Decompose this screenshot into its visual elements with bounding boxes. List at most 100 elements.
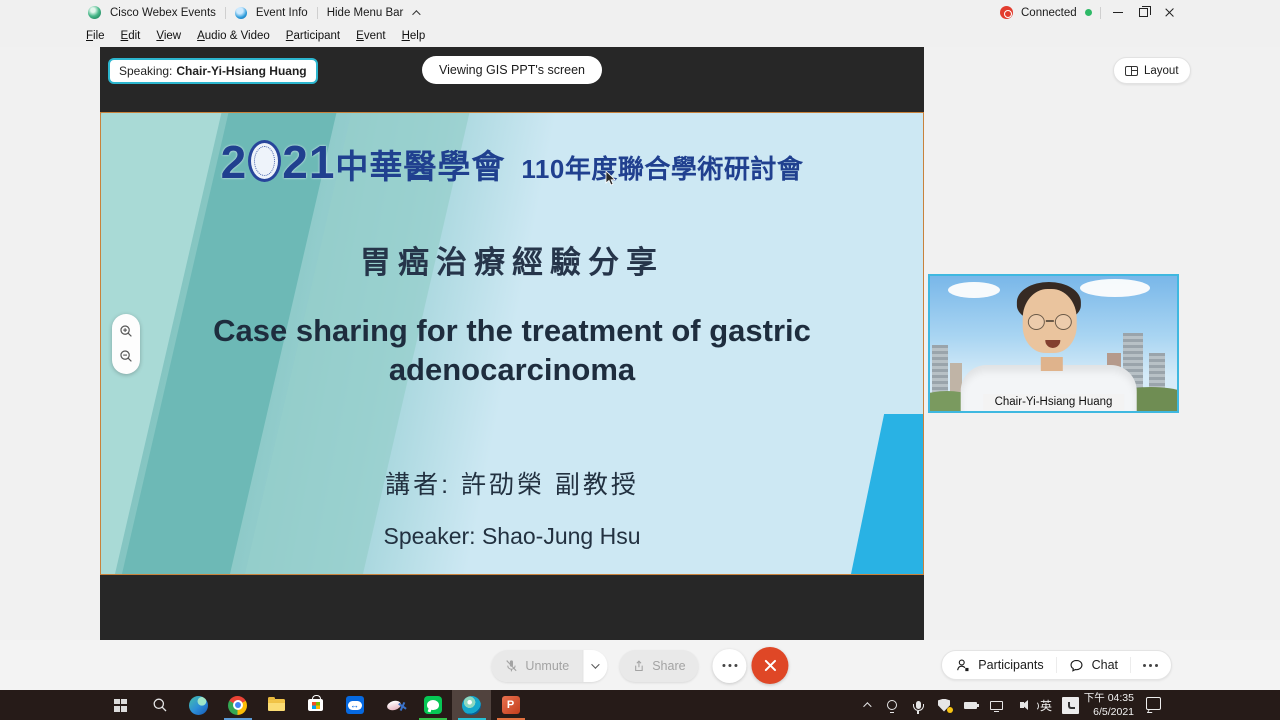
menu-audio-video[interactable]: Audio & Video [197, 30, 270, 42]
slide-year-prefix: 2 [221, 136, 248, 188]
tray-show-hidden-button[interactable] [858, 696, 874, 714]
snipping-tool-icon [386, 699, 402, 711]
tray-app-button[interactable] [884, 696, 900, 714]
active-speaker-badge: Speaking: Chair-Yi-Hsiang Huang [108, 58, 318, 84]
divider [1100, 7, 1101, 19]
close-button[interactable] [1161, 0, 1179, 25]
slide-year-suffix: 21 [282, 136, 335, 188]
more-dots-icon [722, 664, 737, 667]
chevron-up-icon [863, 702, 871, 710]
taskbar-line[interactable] [413, 690, 452, 720]
taskbar-powerpoint[interactable] [491, 690, 530, 720]
menu-participant[interactable]: Participant [286, 30, 340, 42]
more-options-button[interactable] [713, 649, 747, 683]
taskbar-ms-store[interactable] [296, 690, 335, 720]
layout-button[interactable]: Layout [1113, 57, 1191, 84]
edge-icon [189, 696, 208, 715]
tray-volume-button[interactable] [1014, 696, 1030, 714]
slide-lecturer-line: 講者: 許劭榮 副教授 [101, 465, 923, 501]
start-button[interactable] [101, 690, 140, 720]
chrome-icon [228, 696, 247, 715]
participants-icon [955, 658, 970, 673]
search-icon [152, 697, 168, 713]
battery-icon [964, 702, 977, 709]
unmute-button[interactable]: Unmute [491, 650, 582, 682]
menu-view[interactable]: View [156, 30, 181, 42]
slide-heading-en-line2: adenocarcinoma [101, 350, 923, 389]
meeting-stage: Speaking: Chair-Yi-Hsiang Huang Viewing … [0, 47, 1280, 640]
restore-icon [1139, 8, 1148, 17]
connected-status[interactable]: Connected [1021, 7, 1077, 19]
slide-heading-en: Case sharing for the treatment of gastri… [101, 311, 923, 389]
tray-security-button[interactable] [936, 696, 952, 714]
taskbar-teamviewer[interactable]: ↔ [335, 690, 374, 720]
restore-button[interactable] [1135, 0, 1153, 25]
app-ring-icon [887, 700, 897, 710]
leave-meeting-button[interactable] [752, 647, 789, 684]
event-info-link[interactable]: Event Info [256, 7, 308, 19]
slide-heading-zh: 胃癌治療經驗分享 [101, 237, 923, 282]
hide-menu-bar-button[interactable]: Hide Menu Bar [327, 7, 404, 19]
record-status-icon [1000, 6, 1013, 19]
menu-help[interactable]: Help [402, 30, 426, 42]
taskbar-webex[interactable] [452, 690, 491, 720]
powerpoint-icon [502, 696, 520, 714]
building-shape [932, 345, 948, 393]
slide-heading-en-line1: Case sharing for the treatment of gastri… [101, 311, 923, 350]
menu-bar: File Edit View Audio & Video Participant… [0, 25, 1280, 47]
tray-ime-button[interactable] [1062, 697, 1079, 714]
speaking-name: Chair-Yi-Hsiang Huang [176, 64, 306, 78]
presentation-slide: 221中華醫學會110年度聯合學術研討會 胃癌治療經驗分享 Case shari… [100, 112, 924, 575]
chat-button[interactable]: Chat [1092, 658, 1118, 672]
zoom-in-button[interactable] [119, 324, 134, 339]
audio-options-dropdown[interactable] [582, 650, 607, 682]
tray-microphone-button[interactable] [910, 696, 926, 714]
microphone-icon [916, 701, 921, 709]
panel-buttons: Participants Chat [941, 650, 1172, 680]
shared-screen-viewport: Speaking: Chair-Yi-Hsiang Huang Viewing … [100, 47, 924, 640]
more-panels-button[interactable] [1143, 664, 1158, 667]
clock-time: 下午 04:35 [1078, 692, 1134, 706]
network-icon [990, 701, 1003, 710]
participants-button[interactable]: Participants [978, 658, 1043, 672]
share-label: Share [652, 659, 685, 673]
speaker-icon [1020, 702, 1024, 708]
minimize-button[interactable] [1109, 0, 1127, 25]
divider [317, 7, 318, 19]
divider [1056, 657, 1057, 673]
participant-video-tile[interactable]: Chair-Yi-Hsiang Huang [928, 274, 1179, 413]
minimize-icon [1113, 12, 1123, 14]
slide-conference-name: 110年度聯合學術研討會 [521, 154, 803, 184]
zoom-out-button[interactable] [119, 349, 134, 364]
divider [225, 7, 226, 19]
video-frame: Chair-Yi-Hsiang Huang [930, 276, 1177, 411]
menu-file[interactable]: File [86, 30, 105, 42]
layout-label: Layout [1144, 65, 1179, 77]
action-center-button[interactable] [1146, 697, 1161, 710]
taskbar-snipping-tool[interactable] [374, 690, 413, 720]
speaking-label: Speaking: [119, 64, 172, 78]
shield-icon [938, 699, 950, 712]
taskbar-search-button[interactable] [140, 690, 179, 720]
chevron-down-icon [591, 660, 599, 668]
menu-edit[interactable]: Edit [121, 30, 141, 42]
share-button[interactable]: Share [619, 650, 698, 682]
taskbar-chrome[interactable] [218, 690, 257, 720]
line-app-icon [424, 696, 442, 714]
taskbar-file-explorer[interactable] [257, 690, 296, 720]
tray-network-button[interactable] [988, 696, 1004, 714]
connection-green-dot [1085, 9, 1092, 16]
viewing-banner: Viewing GIS PPT's screen [422, 56, 602, 84]
medical-association-seal-icon [248, 140, 281, 182]
layout-grid-icon [1125, 66, 1138, 76]
unmute-label: Unmute [525, 659, 569, 673]
unmute-split-button: Unmute [491, 650, 607, 682]
menu-event[interactable]: Event [356, 30, 385, 42]
chat-icon [1069, 658, 1084, 673]
taskbar-clock[interactable]: 下午 04:35 6/5/2021 [1078, 692, 1134, 720]
webex-logo-icon [88, 6, 101, 19]
windows-logo-icon [114, 699, 127, 712]
tray-language-button[interactable]: 英 [1040, 697, 1052, 714]
tray-battery-button[interactable] [962, 696, 978, 714]
taskbar-edge[interactable] [179, 690, 218, 720]
